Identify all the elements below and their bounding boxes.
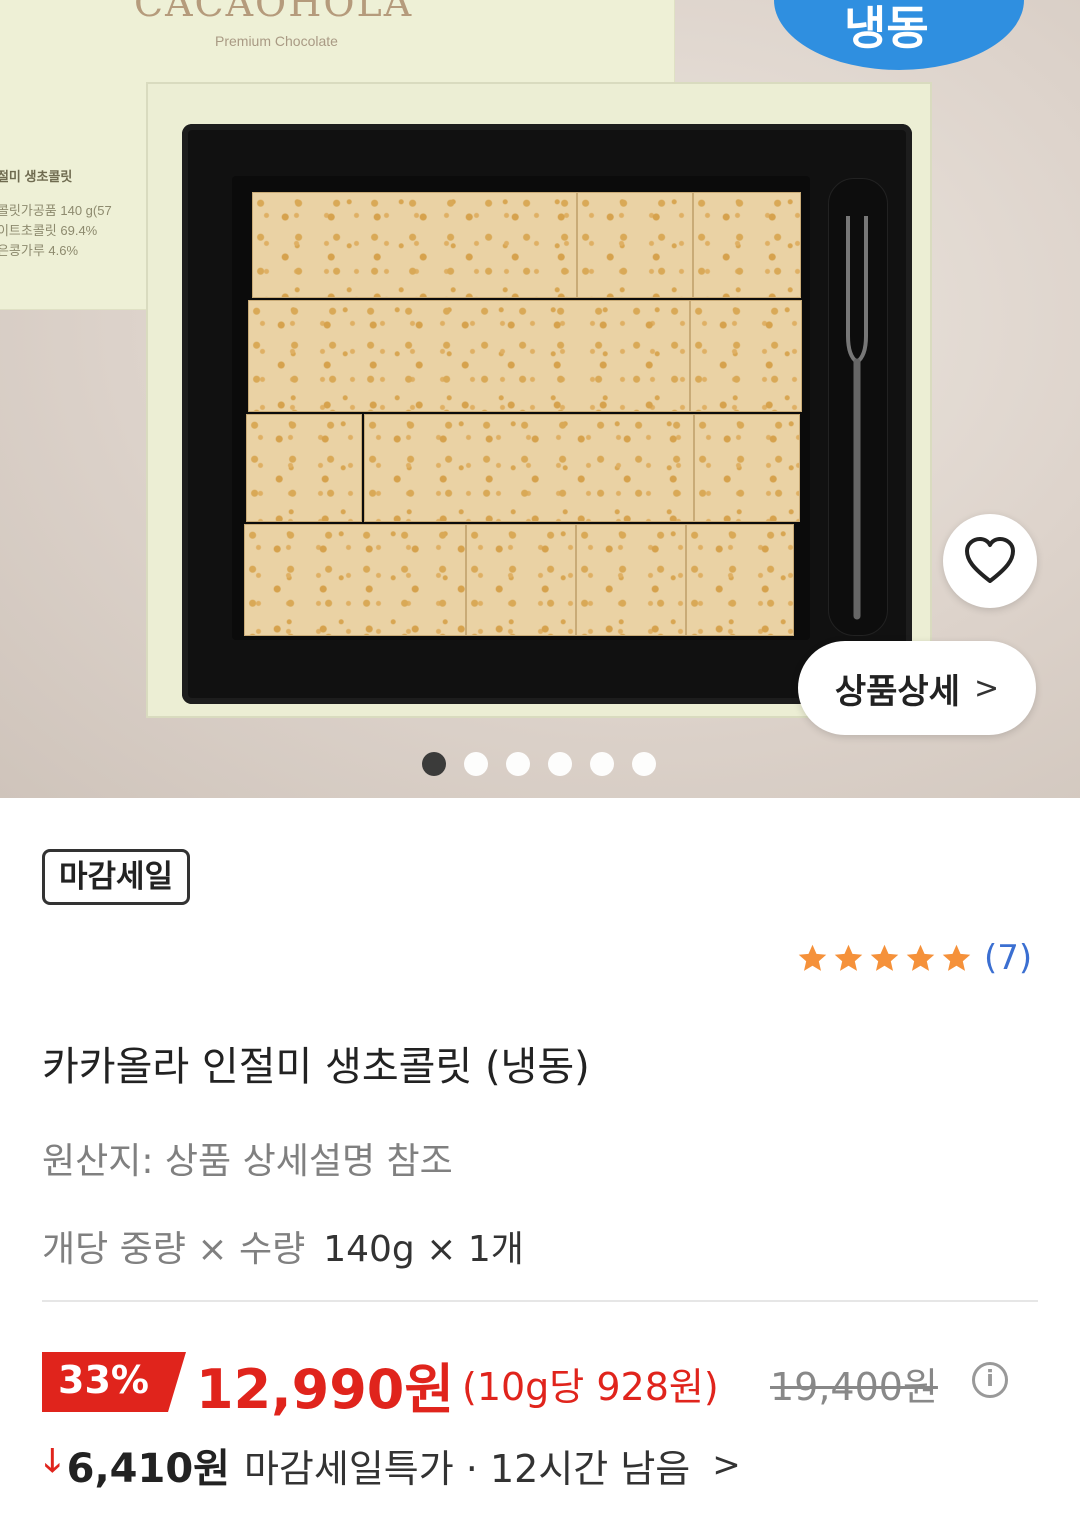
brand-subtitle: Premium Chocolate (215, 33, 338, 49)
frozen-badge: 냉동 (774, 0, 1024, 70)
weight-value: 140g × 1개 (323, 1229, 524, 1270)
star-icon (870, 944, 899, 971)
product-image-carousel[interactable]: CACAOHOLA Premium Chocolate 인절미 생초콜릿 초콜릿… (0, 0, 1080, 798)
product-detail-label: 상품상세 (834, 671, 960, 712)
chocolate-piece (693, 192, 801, 298)
discount-rate: 33% (58, 1358, 149, 1402)
chevron-right-icon: > (712, 1445, 741, 1485)
carousel-dot[interactable] (632, 752, 656, 776)
chevron-right-icon: > (973, 670, 1000, 706)
product-title: 카카올라 인절미 생초콜릿 (냉동) (42, 1044, 590, 1090)
chocolate-piece (577, 192, 693, 298)
origin-info: 원산지: 상품 상세설명 참조 (42, 1141, 453, 1182)
chocolate-piece (694, 414, 800, 522)
chocolate-piece (690, 300, 802, 412)
carousel-dot[interactable] (590, 752, 614, 776)
rating[interactable]: (7) (796, 938, 1032, 978)
wishlist-button[interactable] (943, 514, 1037, 608)
closing-sale-tag: 마감세일 (42, 849, 191, 905)
carousel-indicator (422, 752, 656, 776)
review-count[interactable]: (7) (984, 938, 1032, 978)
chocolate-piece (246, 414, 362, 522)
unit-price: (10g당 928원) (462, 1365, 719, 1409)
package-label: 인절미 생초콜릿 초콜릿가공품 140 g(57 화이트초콜릿 69.4% 볶은… (0, 169, 112, 258)
star-icon (798, 944, 827, 971)
saving-amount: 6,410원 (66, 1446, 230, 1492)
carousel-dot[interactable] (506, 752, 530, 776)
carousel-dot[interactable] (422, 752, 446, 776)
brand-logo: CACAOHOLA (134, 0, 414, 25)
chocolate-piece (244, 524, 466, 636)
fork-icon (846, 216, 868, 620)
weight-info: 개당 중량 × 수량 140g × 1개 (42, 1220, 524, 1272)
chocolate-piece (364, 414, 694, 522)
weight-label: 개당 중량 × 수량 (42, 1229, 306, 1270)
chocolate-piece (576, 524, 686, 636)
carousel-dot[interactable] (548, 752, 572, 776)
star-icon (834, 944, 863, 971)
star-icon (906, 944, 935, 971)
original-price: 19,400원 (770, 1365, 938, 1409)
star-icon (942, 944, 971, 971)
chocolate-piece (248, 300, 690, 412)
arrow-down-icon: 🡓 (44, 1441, 61, 1479)
chocolate-piece (686, 524, 794, 636)
product-detail-button[interactable]: 상품상세 > (798, 641, 1036, 735)
divider (42, 1300, 1038, 1302)
carousel-dot[interactable] (464, 752, 488, 776)
sale-special-row[interactable]: 🡓 6,410원 마감세일특가 · 12시간 남음 > (44, 1436, 741, 1494)
sale-special-text: 마감세일특가 · 12시간 남음 (243, 1446, 691, 1491)
sale-price: 12,990원 (196, 1358, 455, 1421)
discount-badge: 33% (42, 1352, 186, 1412)
chocolate-piece (252, 192, 577, 298)
info-icon[interactable]: i (972, 1362, 1008, 1398)
heart-outline-icon (965, 537, 1015, 583)
chocolate-piece (466, 524, 576, 636)
